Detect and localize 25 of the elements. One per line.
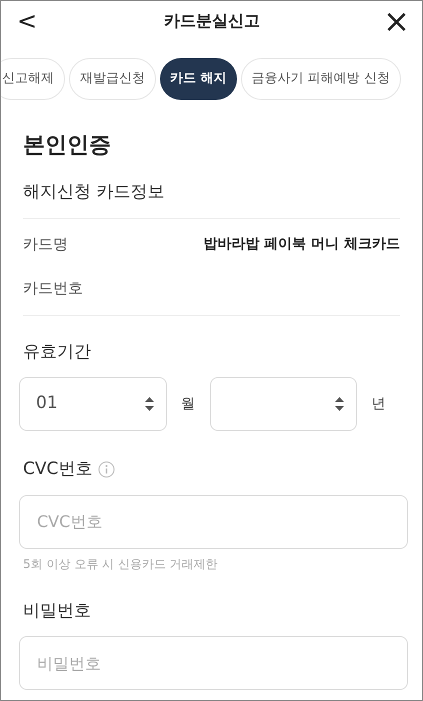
input-field[interactable]: CVC번호 [19, 494, 408, 548]
unit-label: 년 [370, 394, 386, 414]
subsection-title: 해지신청 카드정보 [23, 181, 166, 204]
field-value: 밥바라밥 페이북 머니 체크카드 [203, 235, 400, 254]
field-label: 유효기간 [23, 340, 92, 364]
field-label: 비밀번호 [23, 600, 92, 622]
field-label: CVC번호 [23, 458, 92, 481]
select-field[interactable] [210, 377, 358, 431]
field-label: 카드명 [23, 234, 68, 256]
field-label: 카드번호 [23, 278, 83, 300]
hint-text: 5회 이상 오류 시 신용카드 거래제한 [23, 556, 219, 572]
section-title: 본인인증 [23, 132, 112, 160]
tab[interactable]: 재발급신청 [69, 58, 156, 100]
page-title: 카드분실신고 [164, 10, 260, 32]
input-field[interactable]: 비밀번호 [19, 636, 408, 690]
unit-label: 월 [180, 394, 196, 414]
select-field[interactable]: 01 [19, 377, 167, 431]
tab[interactable]: 신고해제 [1, 58, 65, 100]
back-button[interactable]: < [13, 9, 42, 33]
close-button[interactable]: × [383, 5, 410, 37]
info-icon[interactable] [98, 461, 116, 478]
spinner-icon [335, 397, 344, 411]
tab[interactable]: 금융사기 피해예방 신청 [240, 58, 401, 100]
tab[interactable]: 카드 해지 [160, 58, 237, 100]
spinner-icon [144, 397, 154, 411]
